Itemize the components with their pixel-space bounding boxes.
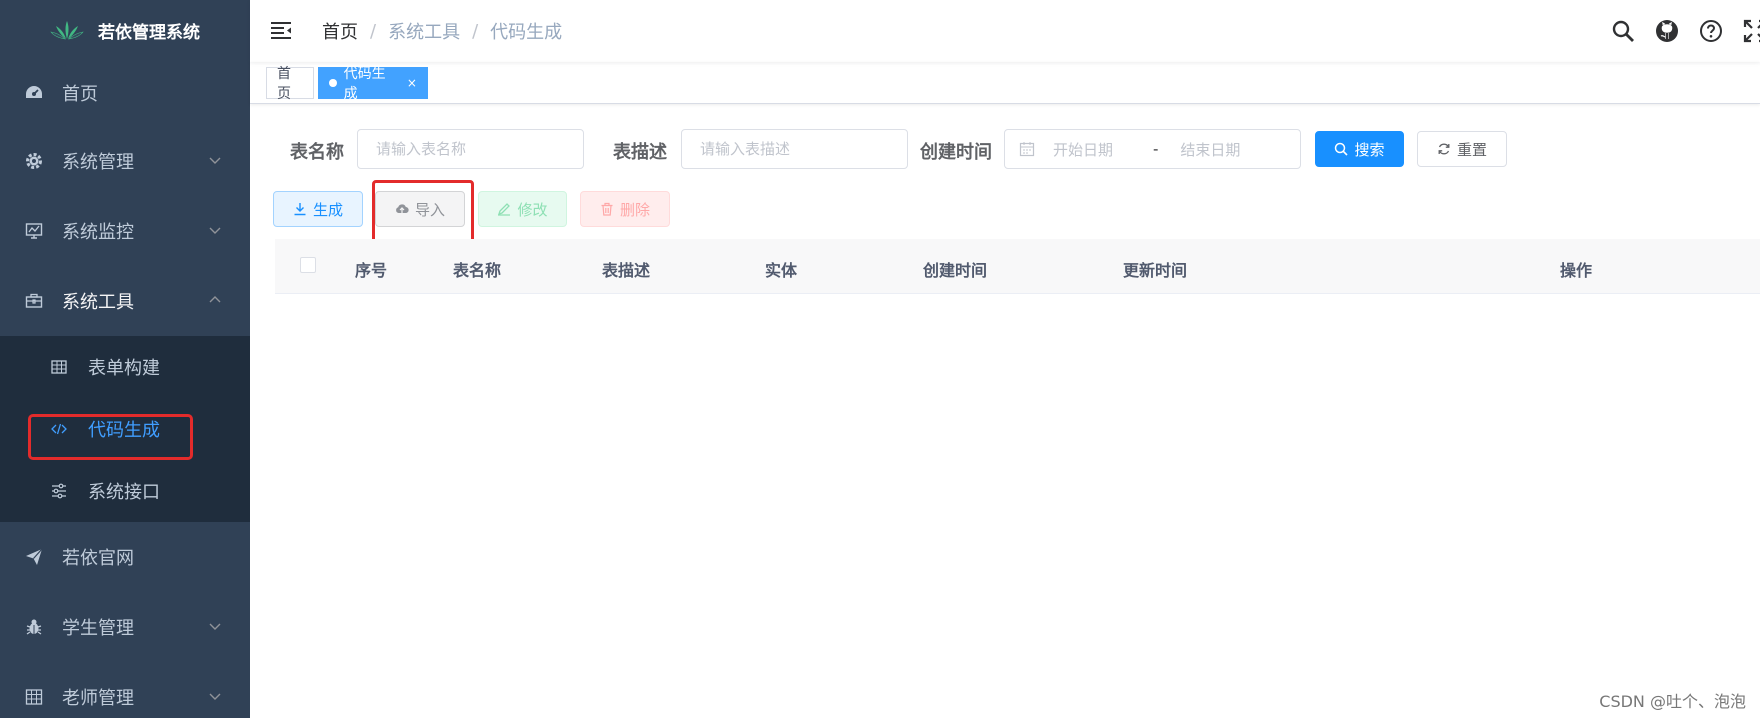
navbar: 首页 / 系统工具 / 代码生成 [250, 0, 1760, 62]
sidebar-item-label: 系统监控 [62, 222, 134, 243]
edit-icon [497, 202, 511, 216]
main-content: 首页 / 系统工具 / 代码生成 首页 代码生成 × [250, 0, 1760, 718]
question-icon[interactable] [1698, 18, 1724, 44]
sidebar: 若依管理系统 首页 系统管理 系统监控 系统工具 表单构建 代码生成 系统接口 … [0, 0, 250, 718]
submenu-system-tools: 表单构建 代码生成 系统接口 [0, 336, 250, 522]
search-button-label: 搜索 [1354, 140, 1385, 159]
close-icon[interactable]: × [407, 76, 417, 90]
search-button[interactable]: 搜索 [1315, 131, 1404, 167]
app-title: 若依管理系统 [98, 22, 200, 43]
table-name-label: 表名称 [290, 142, 344, 163]
fullscreen-icon[interactable] [1742, 18, 1760, 44]
import-button[interactable]: 导入 [375, 191, 465, 227]
table-header: 序号 表名称 表描述 实体 创建时间 更新时间 操作 [275, 239, 1760, 294]
chevron-down-icon [209, 227, 221, 234]
sidebar-item-label: 系统接口 [88, 482, 160, 503]
sidebar-item-system-management[interactable]: 系统管理 [0, 126, 250, 196]
table-icon [50, 358, 68, 376]
sidebar-item-label: 学生管理 [62, 618, 134, 639]
range-separator: - [1153, 140, 1159, 158]
breadcrumb-system-tools: 系统工具 [388, 22, 461, 43]
sliders-icon [50, 482, 68, 500]
monitor-icon [24, 221, 44, 241]
sidebar-item-label: 表单构建 [88, 358, 160, 379]
tag-code-gen[interactable]: 代码生成 × [318, 66, 428, 102]
sidebar-item-label: 系统管理 [62, 152, 134, 173]
generate-button-label: 生成 [312, 200, 343, 219]
breadcrumb-home[interactable]: 首页 [322, 18, 358, 44]
watermark: CSDN @吐个、泡泡 [1599, 692, 1746, 711]
code-icon [50, 420, 68, 438]
breadcrumb-code-gen: 代码生成 [490, 22, 563, 43]
edit-button[interactable]: 修改 [478, 191, 567, 227]
sidebar-item-label: 系统工具 [62, 292, 134, 313]
sidebar-item-teacher-management[interactable]: 老师管理 [0, 662, 250, 718]
chevron-down-icon [209, 623, 221, 630]
breadcrumb-separator: / [472, 20, 479, 42]
column-header-create-time: 创建时间 [923, 261, 988, 280]
table-desc-label: 表描述 [613, 142, 667, 163]
chevron-up-icon [209, 296, 221, 303]
sidebar-item-code-gen[interactable]: 代码生成 [0, 398, 250, 460]
logo[interactable]: 若依管理系统 [0, 0, 250, 60]
sidebar-item-label: 老师管理 [62, 688, 134, 709]
column-header-entity: 实体 [765, 261, 798, 280]
sidebar-item-home[interactable]: 首页 [0, 60, 250, 126]
sidebar-item-label: 首页 [62, 84, 98, 105]
navbar-right-menu [1610, 18, 1760, 44]
select-all-checkbox[interactable] [300, 257, 316, 273]
gear-icon [24, 151, 44, 171]
reset-button-label: 重置 [1456, 140, 1487, 159]
logo-icon [50, 21, 84, 40]
tag-label: 首页 [277, 66, 291, 102]
generate-button[interactable]: 生成 [273, 191, 363, 227]
delete-button[interactable]: 删除 [580, 191, 670, 227]
grid-icon [24, 687, 44, 707]
create-time-label: 创建时间 [920, 142, 992, 163]
send-icon [24, 547, 44, 567]
chevron-down-icon [209, 157, 221, 164]
search-icon[interactable] [1610, 18, 1636, 44]
sidebar-item-system-api[interactable]: 系统接口 [0, 460, 250, 522]
column-header-actions: 操作 [1560, 261, 1593, 280]
import-button-label: 导入 [414, 200, 445, 219]
table-desc-input[interactable] [681, 129, 908, 169]
column-header-update-time: 更新时间 [1123, 261, 1188, 280]
start-date-input[interactable]: 开始日期 [1053, 139, 1143, 160]
dashboard-icon [24, 83, 44, 103]
delete-button-label: 删除 [619, 200, 650, 219]
tags-view: 首页 代码生成 × [250, 62, 1760, 104]
sidebar-item-label: 代码生成 [88, 420, 160, 441]
tag-label: 代码生成 [343, 66, 386, 102]
refresh-icon [1437, 142, 1451, 156]
column-header-index: 序号 [355, 261, 388, 280]
create-time-range-picker[interactable]: 开始日期 - 结束日期 [1004, 129, 1301, 169]
sidebar-item-system-tools[interactable]: 系统工具 [0, 266, 250, 336]
sidebar-item-ruoyi-site[interactable]: 若依官网 [0, 522, 250, 592]
table-name-input[interactable] [357, 129, 584, 169]
calendar-icon [1019, 142, 1035, 157]
search-icon [1334, 142, 1349, 156]
column-header-table-desc: 表描述 [602, 261, 651, 280]
trash-icon [600, 202, 614, 216]
toolbox-icon [24, 291, 44, 311]
sidebar-item-system-monitor[interactable]: 系统监控 [0, 196, 250, 266]
reset-button[interactable]: 重置 [1417, 131, 1507, 167]
hamburger-icon[interactable] [270, 21, 292, 41]
sidebar-item-label: 若依官网 [62, 548, 134, 569]
breadcrumb: 首页 / 系统工具 / 代码生成 [322, 18, 562, 44]
end-date-input[interactable]: 结束日期 [1180, 139, 1240, 160]
download-icon [293, 202, 307, 216]
tag-home[interactable]: 首页 [266, 66, 314, 102]
bug-icon [24, 617, 44, 637]
column-header-table-name: 表名称 [453, 261, 502, 280]
sidebar-item-student-management[interactable]: 学生管理 [0, 592, 250, 662]
github-icon[interactable] [1654, 18, 1680, 44]
breadcrumb-separator: / [370, 20, 377, 42]
upload-cloud-icon [395, 202, 409, 216]
sidebar-item-form-builder[interactable]: 表单构建 [0, 336, 250, 398]
edit-button-label: 修改 [517, 200, 548, 219]
chevron-down-icon [209, 693, 221, 700]
active-dot-icon [329, 79, 337, 87]
